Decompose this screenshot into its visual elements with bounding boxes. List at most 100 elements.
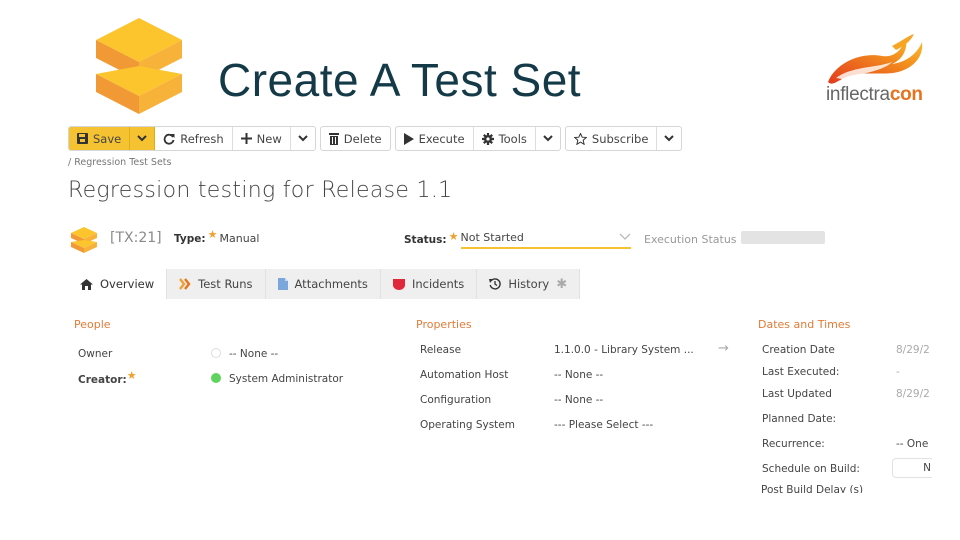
properties-section-title: Properties (416, 318, 472, 331)
online-dot-icon (211, 373, 221, 383)
plus-icon (240, 133, 252, 144)
chevron-down-icon (298, 135, 308, 142)
owner-field[interactable]: -- None -- (211, 348, 278, 360)
release-label: Release (420, 344, 462, 356)
execution-status-label: Execution Status (644, 233, 737, 246)
tab-test-runs[interactable]: Test Runs (167, 269, 266, 299)
save-dropdown-button[interactable] (130, 127, 156, 150)
home-icon (80, 278, 93, 290)
release-value[interactable]: 1.1.0.0 - Library System ... (554, 344, 694, 356)
subscribe-group: Subscribe (564, 126, 683, 151)
arrow-right-icon[interactable]: → (718, 341, 729, 356)
toolbar: Save Refresh New Delete Execute Tools Su… (68, 126, 683, 151)
artifact-token: [TX:21] (110, 230, 162, 246)
brand-prefix: inflectra (826, 84, 890, 105)
type-label: Type: (174, 233, 206, 245)
chevron-down-icon (619, 231, 631, 244)
tab-label: Test Runs (198, 277, 253, 291)
execution-status-bar (741, 231, 825, 244)
last-executed-label: Last Executed: (762, 366, 840, 378)
history-icon (489, 278, 502, 290)
save-button[interactable]: Save (69, 127, 131, 150)
document-icon (277, 278, 288, 290)
tab-label: Attachments (294, 277, 368, 291)
tools-button[interactable]: Tools (474, 127, 536, 150)
schedule-on-build-label: Schedule on Build: (762, 463, 860, 475)
chevron-down-icon (664, 135, 675, 142)
operating-system-value[interactable]: --- Please Select --- (554, 419, 653, 431)
asterisk-icon: ✱ (556, 276, 568, 292)
creation-date-label: Creation Date (762, 344, 835, 356)
last-updated-value: 8/29/2 (896, 388, 930, 400)
bug-icon (392, 278, 405, 290)
creator-field[interactable]: System Administrator (211, 373, 343, 385)
page-title: Regression testing for Release 1.1 (68, 178, 453, 203)
creation-date-value: 8/29/2 (896, 344, 930, 356)
subscribe-label: Subscribe (591, 131, 649, 146)
configuration-value[interactable]: -- None -- (554, 394, 603, 406)
status-value: Not Started (460, 231, 524, 244)
trash-icon (328, 132, 339, 145)
creator-value: System Administrator (229, 373, 344, 385)
schedule-on-build-toggle[interactable]: N (892, 458, 936, 478)
post-build-delay-label: Post Build Delay (s) (761, 485, 871, 493)
delete-button[interactable]: Delete (321, 127, 390, 150)
planned-date-label: Planned Date: (762, 413, 837, 425)
slide-title: Create A Test Set (218, 54, 582, 106)
gear-icon (481, 132, 494, 145)
post-build-delay-text: Post Build Delay (s) (761, 485, 864, 493)
delete-group: Delete (319, 126, 391, 151)
execute-group: Execute Tools (394, 126, 561, 151)
subscribe-button[interactable]: Subscribe (566, 127, 658, 150)
chevron-down-icon (137, 135, 147, 142)
creator-label-text: Creator: (78, 374, 127, 386)
owner-value: -- None -- (229, 348, 279, 360)
play-icon (403, 132, 414, 145)
execute-label: Execute (418, 131, 465, 146)
automation-host-value[interactable]: -- None -- (554, 369, 603, 381)
creator-label: Creator:★ (78, 369, 137, 386)
refresh-icon (163, 133, 175, 145)
refresh-button[interactable]: Refresh (155, 127, 233, 150)
tab-attachments[interactable]: Attachments (265, 269, 381, 299)
new-button[interactable]: New (233, 127, 291, 150)
tools-label: Tools (498, 131, 527, 146)
last-executed-value: - (896, 366, 900, 378)
chevrons-right-icon (179, 278, 191, 290)
recurrence-value[interactable]: -- One (896, 438, 928, 450)
status-field: Status: ★ Not Started (404, 230, 631, 249)
test-set-logo-icon (96, 18, 182, 114)
tab-incidents[interactable]: Incidents (380, 269, 478, 299)
status-select[interactable]: Not Started (460, 231, 631, 249)
breadcrumb[interactable]: / Regression Test Sets (68, 157, 171, 168)
chevron-down-icon (543, 135, 553, 142)
type-value[interactable]: Manual (219, 232, 259, 245)
required-star-icon: ★ (207, 228, 218, 241)
save-group: Save Refresh New (68, 126, 316, 151)
inflectracon-wordmark: inflectracon (826, 84, 923, 106)
status-label: Status: (404, 234, 447, 246)
tab-history[interactable]: History ✱ (477, 269, 581, 299)
required-star-icon: ★ (126, 369, 137, 382)
save-label: Save (93, 131, 122, 146)
tab-overview[interactable]: Overview (68, 269, 168, 299)
tab-label: Incidents (411, 277, 465, 291)
tools-dropdown-button[interactable] (536, 127, 560, 150)
people-section-title: People (74, 318, 111, 331)
refresh-label: Refresh (180, 131, 224, 146)
star-outline-icon (573, 132, 587, 145)
delete-label: Delete (343, 131, 382, 146)
tab-bar: Overview Test Runs Attachments Incidents… (68, 269, 581, 299)
dates-section-title: Dates and Times (758, 318, 851, 331)
required-star-icon: ★ (448, 230, 459, 243)
new-label: New (256, 131, 282, 146)
tab-label: History (508, 277, 550, 291)
floppy-disk-icon (77, 133, 88, 144)
last-updated-label: Last Updated (762, 388, 832, 400)
configuration-label: Configuration (420, 394, 492, 406)
owner-label: Owner (78, 348, 113, 360)
subscribe-dropdown-button[interactable] (657, 127, 681, 150)
execute-button[interactable]: Execute (396, 127, 474, 150)
test-set-icon (71, 227, 97, 253)
new-dropdown-button[interactable] (291, 127, 315, 150)
